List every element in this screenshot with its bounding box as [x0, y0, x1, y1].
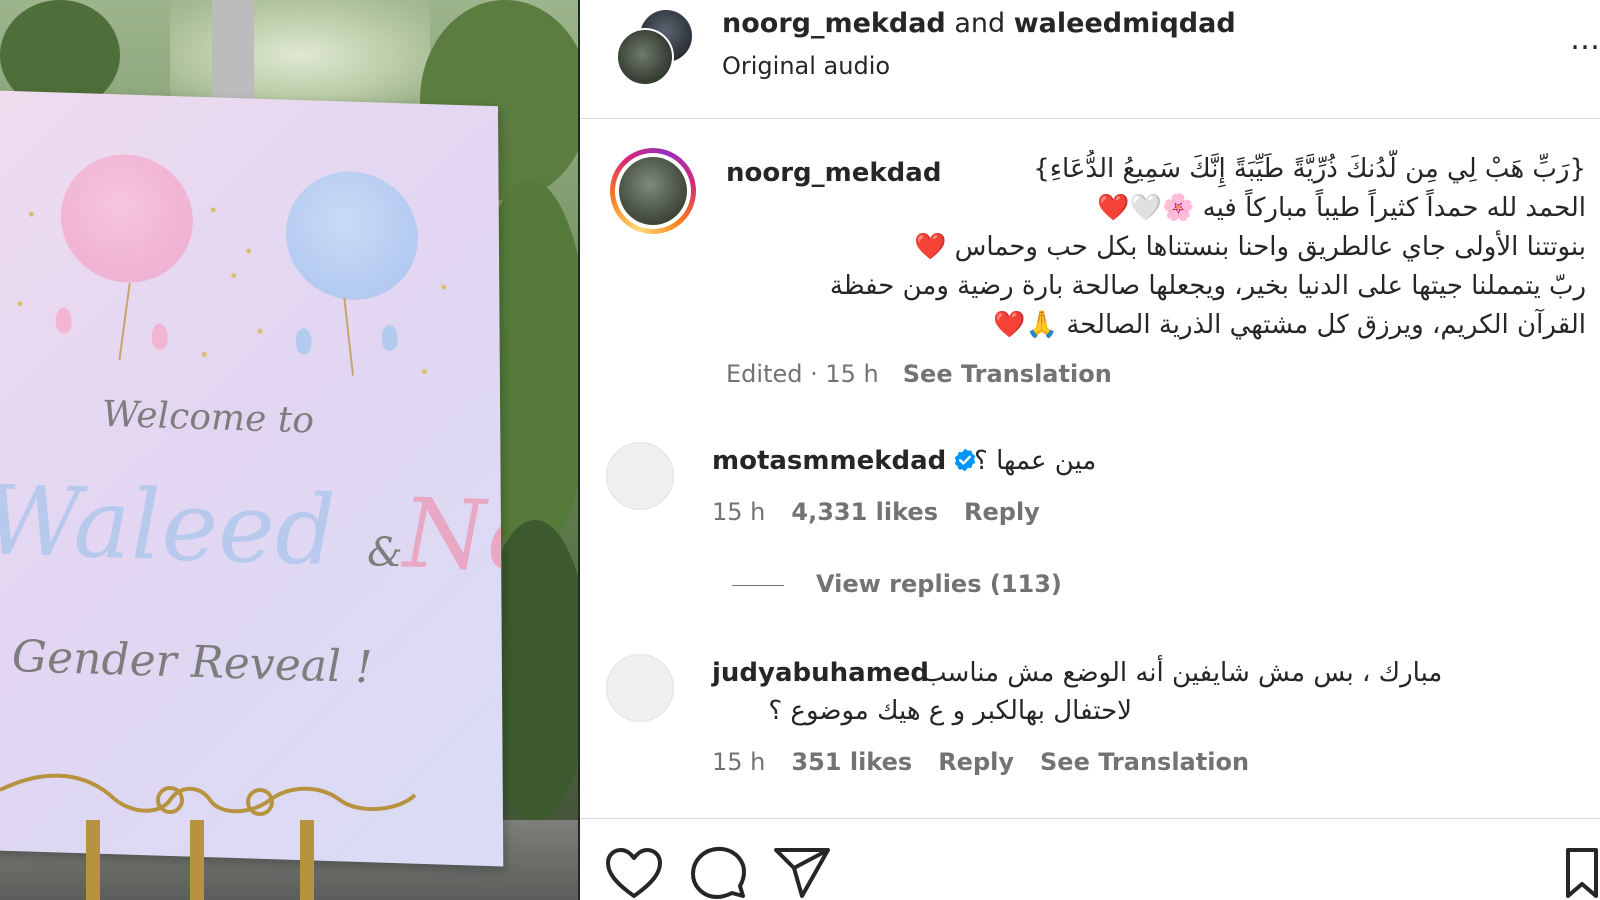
share-icon[interactable]	[772, 846, 832, 900]
baby-foot	[295, 327, 312, 355]
replies-dash	[732, 584, 784, 586]
poster-name2: Noor's	[402, 477, 504, 600]
easel-ornament	[0, 773, 417, 816]
comment-time: 15 h	[712, 498, 766, 526]
easel-leg	[190, 820, 204, 900]
see-translation-button[interactable]: See Translation	[1040, 748, 1249, 776]
caption-line-4: ربّ يتمملنا جيتها على الدنيا بخير، ويجعل…	[829, 271, 1586, 301]
caption-line-5: القرآن الكريم، ويرزق كل مشتهي الذرية الص…	[993, 310, 1586, 340]
reply-button[interactable]: Reply	[938, 748, 1014, 776]
comment-meta: 15 h 351 likes Reply See Translation	[712, 748, 1275, 776]
header-user1-link[interactable]: noorg_mekdad	[722, 8, 946, 39]
easel-leg	[300, 820, 314, 900]
comment-text-line-1: مبارك ، بس مش شايفين أنه الوضع مش مناسب	[922, 658, 1443, 688]
baby-foot	[55, 307, 72, 334]
balloon-string	[343, 297, 354, 376]
comment-username-link[interactable]: judyabuhamed	[712, 658, 929, 688]
comment-text-line-2: لاحتفال بهالكبر و ع هيك موضوع ؟	[768, 696, 1132, 726]
pole	[212, 0, 254, 100]
comment-text: مين عمها ؟	[974, 446, 1097, 476]
caption-avatar[interactable]	[610, 148, 696, 234]
bookmark-icon[interactable]	[1564, 846, 1600, 900]
balloon-string	[118, 282, 131, 361]
header-joiner: and	[945, 8, 1014, 39]
post-header: noorg_mekdad and waleedmiqdad Original a…	[580, 0, 1600, 119]
post-media[interactable]: Welcome to Waleed &Noor's Gender Reveal …	[0, 0, 578, 900]
view-replies-button[interactable]: View replies (113)	[732, 570, 1062, 598]
poster-gender-reveal: Gender Reveal !	[11, 631, 373, 694]
reply-button[interactable]: Reply	[964, 498, 1040, 526]
caption-edited-time: Edited · 15 h	[726, 360, 879, 388]
easel-leg	[86, 820, 100, 900]
comment-icon[interactable]	[688, 846, 748, 900]
poster-amp: &	[366, 529, 403, 577]
original-audio-link[interactable]: Original audio	[722, 52, 890, 80]
comment-likes[interactable]: 4,331 likes	[791, 498, 938, 526]
gender-reveal-poster: Welcome to Waleed &Noor's Gender Reveal …	[0, 90, 504, 867]
comment-username-link[interactable]: motasmmekdad	[712, 446, 978, 476]
avatar[interactable]	[616, 28, 674, 86]
comment-meta: 15 h 4,331 likes Reply	[712, 498, 1066, 526]
blue-balloon	[285, 169, 419, 302]
comment-likes[interactable]: 351 likes	[791, 748, 912, 776]
header-usernames: noorg_mekdad and waleedmiqdad	[722, 8, 1236, 39]
comment-avatar[interactable]	[606, 442, 674, 510]
more-options-button[interactable]: …	[1570, 22, 1600, 57]
caption-meta: Edited · 15 h See Translation	[726, 360, 1136, 388]
baby-foot	[151, 323, 168, 350]
caption-username-link[interactable]: noorg_mekdad	[726, 158, 941, 188]
poster-name1: Waleed	[0, 464, 337, 588]
caption-line-2: الحمد لله حمداً كثيراً طيباً مباركاً فيه…	[1097, 193, 1586, 223]
caption-line-3: بنوتتنا الأولى جاي عالطريق واحنا بنستناه…	[914, 232, 1586, 262]
comment-avatar[interactable]	[606, 654, 674, 722]
actions-divider	[580, 818, 1600, 819]
pink-balloon	[60, 152, 194, 285]
post-details-panel: noorg_mekdad and waleedmiqdad Original a…	[580, 0, 1600, 900]
baby-foot	[381, 324, 398, 352]
comment-time: 15 h	[712, 748, 766, 776]
poster-names: Waleed &Noor's	[0, 460, 503, 616]
poster-welcome: Welcome to	[102, 393, 315, 442]
collab-avatars[interactable]	[616, 8, 694, 86]
header-user2-link[interactable]: waleedmiqdad	[1014, 8, 1236, 39]
sky-background	[170, 0, 430, 110]
heart-icon[interactable]	[604, 846, 664, 900]
see-translation-button[interactable]: See Translation	[903, 360, 1112, 388]
